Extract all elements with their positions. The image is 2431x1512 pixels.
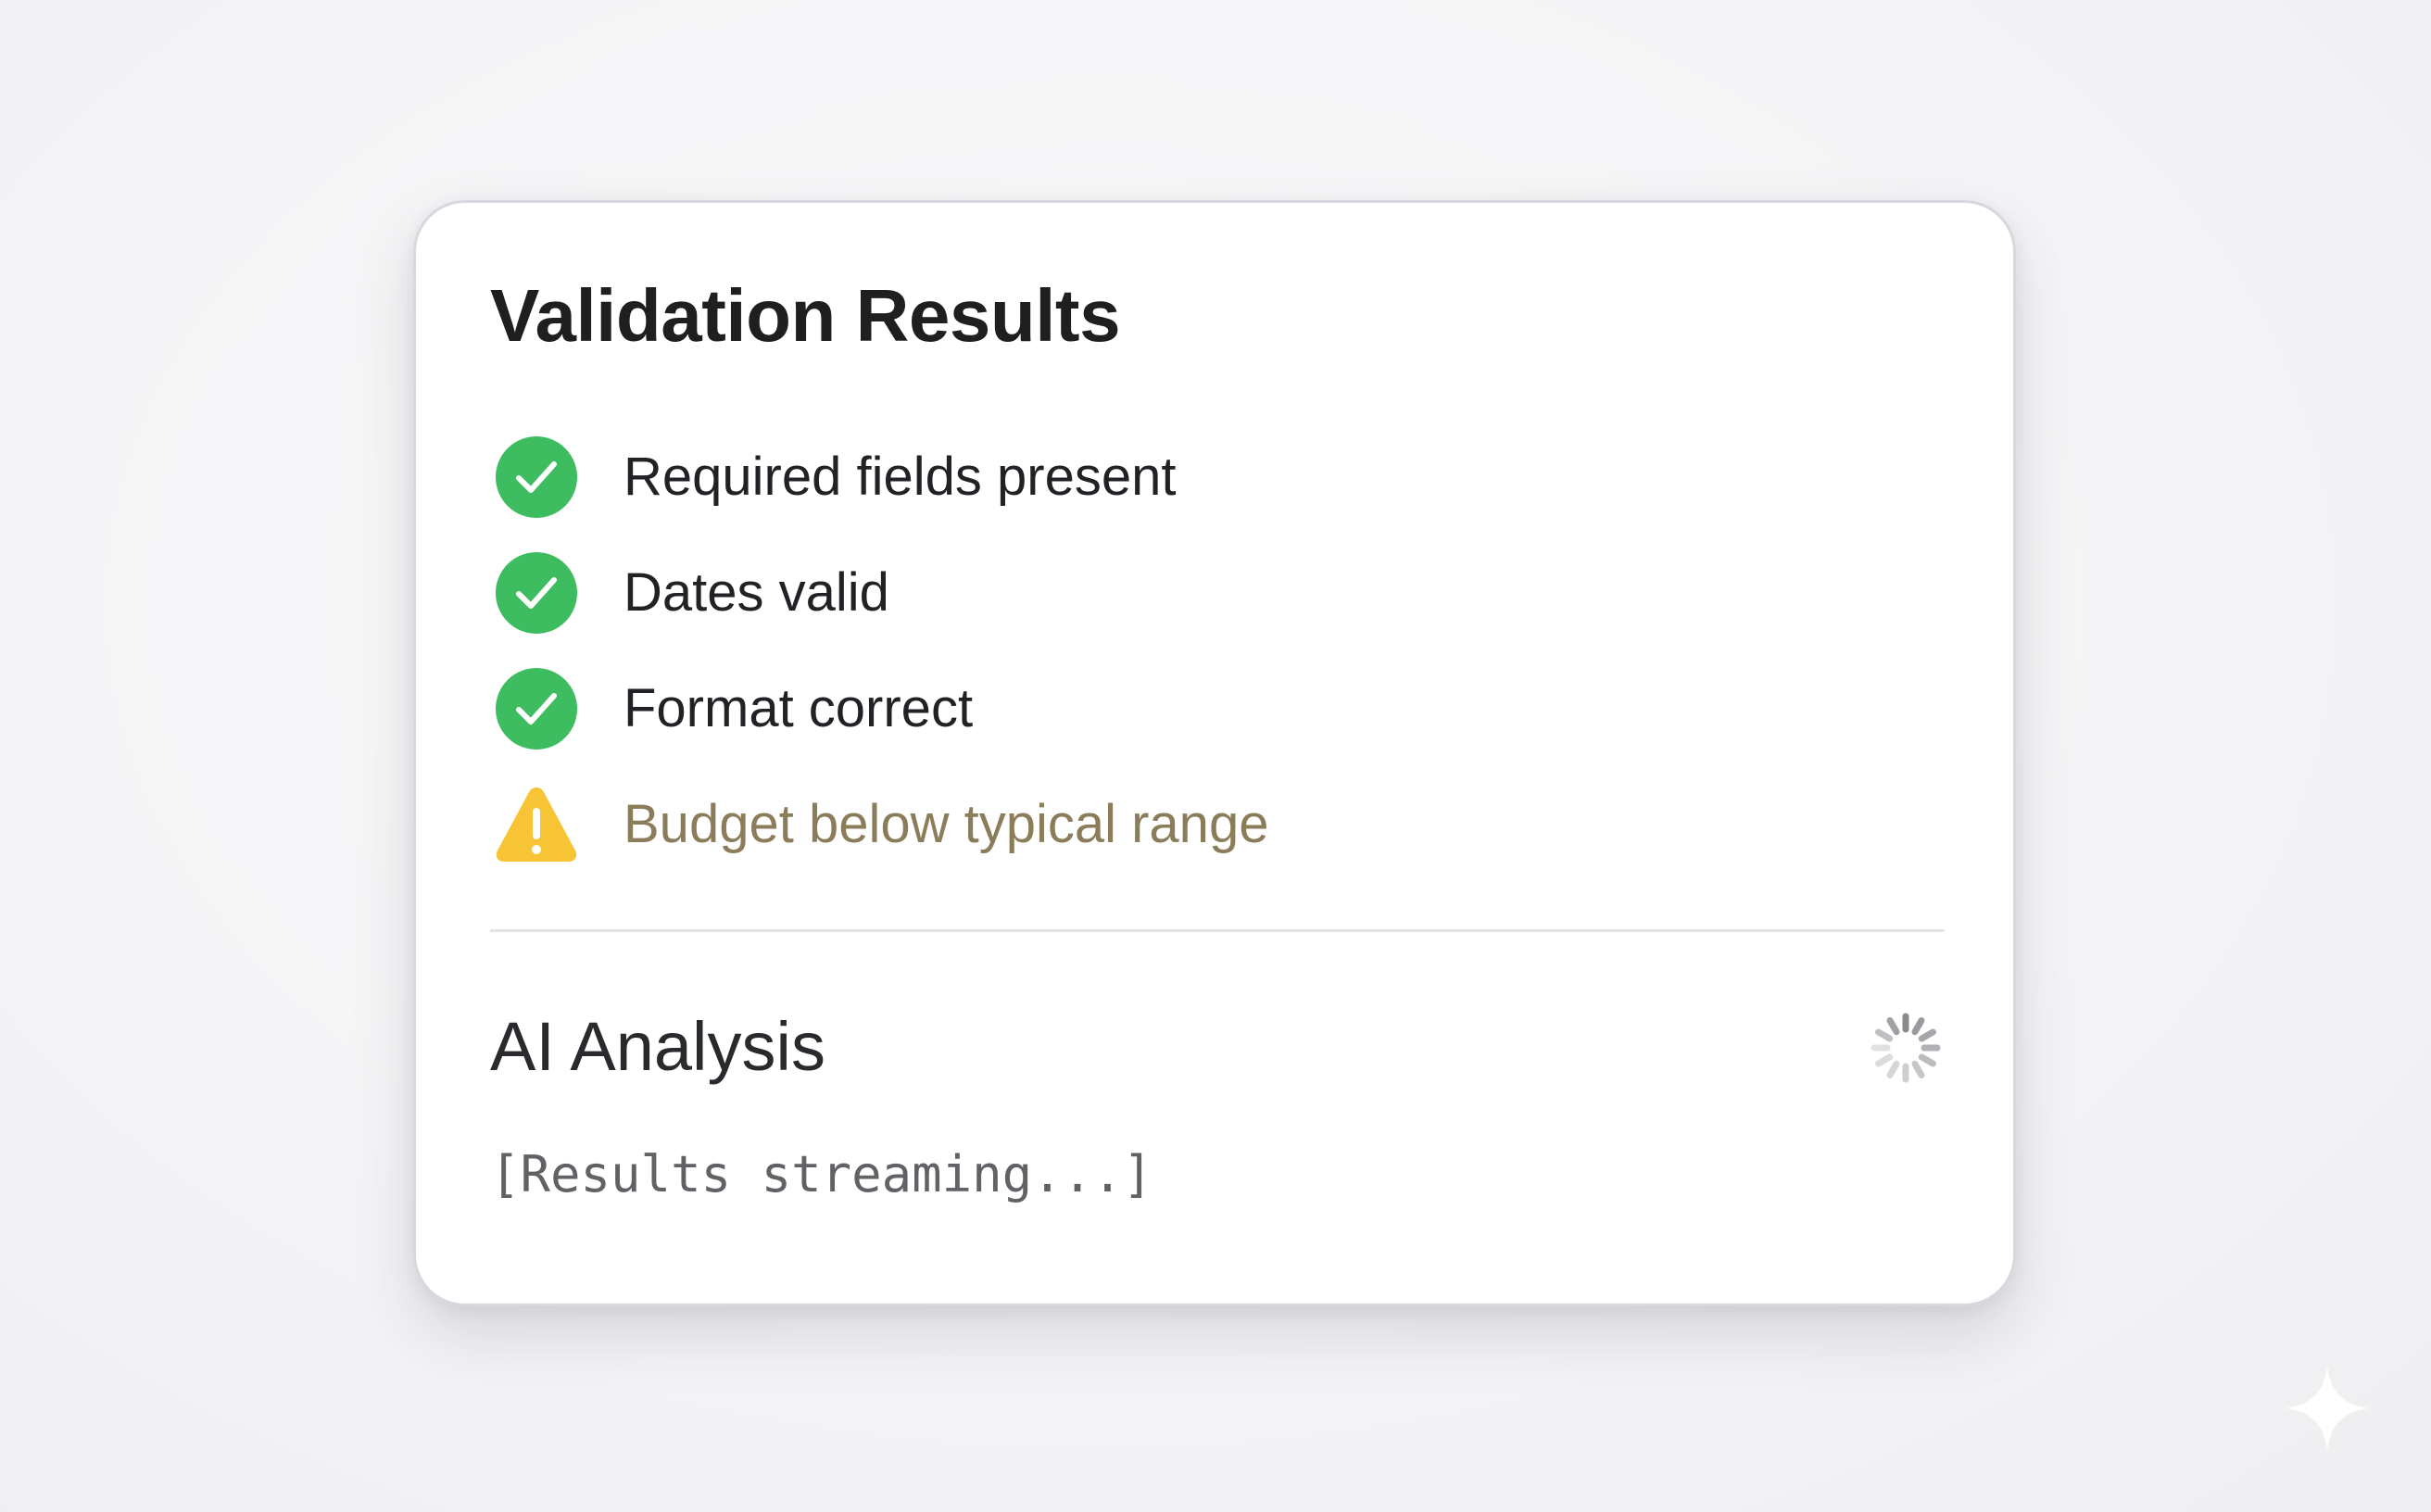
loading-spinner-icon [1870, 1013, 1941, 1083]
warning-triangle-icon [496, 788, 577, 862]
check-item-budget-warning: Budget below typical range [494, 782, 1268, 867]
validation-results-card: Validation Results Required fields prese… [413, 200, 2016, 1306]
check-circle-icon [496, 552, 577, 634]
check-item-dates-valid: Dates valid [494, 550, 889, 636]
check-label: Required fields present [623, 447, 1177, 507]
panel-title: Validation Results [490, 274, 1121, 357]
check-item-format-correct: Format correct [494, 666, 973, 751]
check-label: Budget below typical range [623, 794, 1269, 854]
check-label: Format correct [623, 678, 974, 738]
check-circle-icon [496, 436, 577, 518]
streaming-results-text: [Results streaming...] [490, 1145, 1153, 1203]
ai-analysis-title: AI Analysis [490, 1008, 825, 1085]
check-item-required-fields: Required fields present [494, 435, 1176, 520]
section-divider [490, 929, 1945, 932]
check-circle-icon [496, 668, 577, 750]
sparkle-icon [2285, 1366, 2370, 1451]
check-label: Dates valid [623, 562, 889, 623]
